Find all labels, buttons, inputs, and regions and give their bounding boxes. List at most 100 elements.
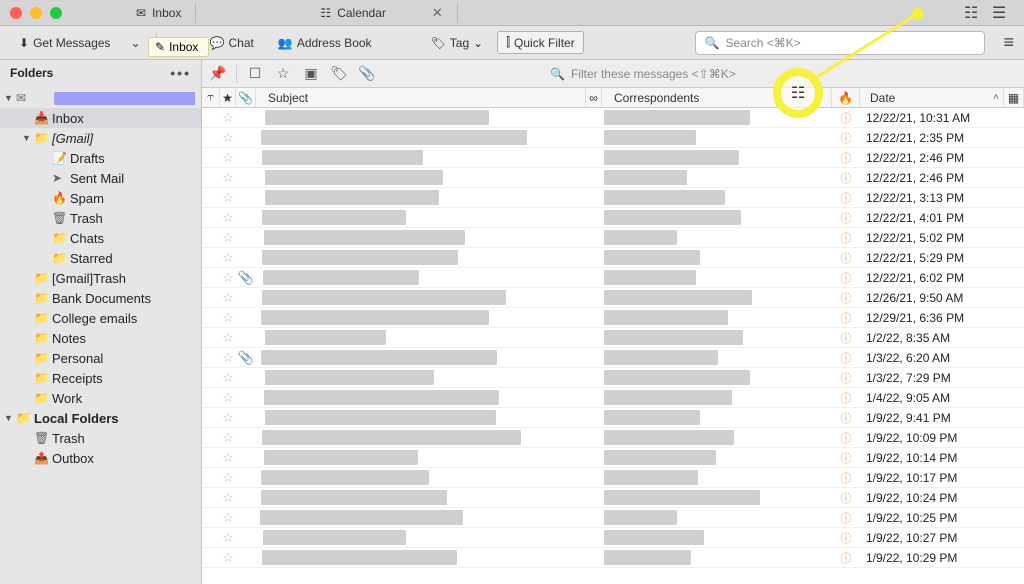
folder-bank-documents[interactable]: 📁Bank Documents [0,288,201,308]
message-row[interactable]: ☆ⓘ1/9/22, 10:27 PM [202,528,1024,548]
folder-outbox[interactable]: 📤Outbox [0,448,201,468]
spam-cell[interactable]: ⓘ [832,130,860,146]
spam-cell[interactable]: ⓘ [832,310,860,326]
message-row[interactable]: ☆ⓘ12/22/21, 3:13 PM [202,188,1024,208]
spam-cell[interactable]: ⓘ [832,250,860,266]
star-cell[interactable]: ☆ [220,350,236,366]
spam-cell[interactable]: ⓘ [832,270,860,286]
star-cell[interactable]: ☆ [220,110,236,126]
spam-cell[interactable]: ⓘ [832,290,860,306]
tasks-toolbar-icon[interactable]: ☰ [990,4,1008,22]
message-row[interactable]: ☆ⓘ12/26/21, 9:50 AM [202,288,1024,308]
column-picker-button[interactable]: ▦ [1004,88,1024,107]
star-cell[interactable]: ☆ [220,250,236,266]
folder--gmail-trash[interactable]: 📁[Gmail]Trash [0,268,201,288]
app-menu-button[interactable]: ≡ [1003,32,1014,53]
star-cell[interactable]: ☆ [220,470,236,486]
star-cell[interactable]: ☆ [220,190,236,206]
star-cell[interactable]: ☆ [220,270,236,286]
spam-cell[interactable]: ⓘ [832,410,860,426]
subject-column-header[interactable]: Subject [256,88,586,107]
star-cell[interactable]: ☆ [220,430,236,446]
spam-cell[interactable]: ⓘ [832,390,860,406]
star-cell[interactable]: ☆ [220,410,236,426]
message-row[interactable]: ☆ⓘ12/22/21, 2:46 PM [202,168,1024,188]
spam-cell[interactable]: ⓘ [832,230,860,246]
spam-cell[interactable]: ⓘ [832,210,860,226]
spam-cell[interactable]: ⓘ [832,490,860,506]
star-cell[interactable]: ☆ [220,550,236,566]
spam-cell[interactable]: ⓘ [832,330,860,346]
message-row[interactable]: ☆ⓘ1/9/22, 10:25 PM [202,508,1024,528]
quick-filter-button[interactable]: ⫿ Quick Filter [497,31,584,54]
folder-work[interactable]: 📁Work [0,388,201,408]
message-row[interactable]: ☆ⓘ12/22/21, 2:46 PM [202,148,1024,168]
tab-inbox[interactable]: ✉ Inbox [122,3,196,23]
message-row[interactable]: ☆ⓘ12/22/21, 2:35 PM [202,128,1024,148]
star-cell[interactable]: ☆ [220,450,236,466]
star-column-header[interactable]: ★ [220,88,236,107]
spam-cell[interactable]: ⓘ [832,170,860,186]
attachment-column-header[interactable]: 📎 [236,88,256,107]
address-book-button[interactable]: 👥 Address Book [269,32,381,54]
message-row[interactable]: ☆📎ⓘ1/3/22, 6:20 AM [202,348,1024,368]
sidebar-menu-button[interactable]: ••• [170,65,191,81]
correspondents-column-header[interactable]: Correspondents [602,88,832,107]
contact-toggle[interactable]: ▣ [301,64,321,84]
message-row[interactable]: ☆ⓘ1/3/22, 7:29 PM [202,368,1024,388]
star-cell[interactable]: ☆ [220,290,236,306]
minimize-window-button[interactable] [30,7,42,19]
star-cell[interactable]: ☆ [220,150,236,166]
folder--gmail-[interactable]: ▼📁[Gmail] [0,128,201,148]
folder-local-folders[interactable]: ▼📁Local Folders [0,408,201,428]
message-row[interactable]: ☆ⓘ1/9/22, 10:14 PM [202,448,1024,468]
filter-messages-input[interactable]: 🔍 Filter these messages <⇧⌘K> [550,64,830,84]
folder-receipts[interactable]: 📁Receipts [0,368,201,388]
star-cell[interactable]: ☆ [220,330,236,346]
folder-drafts[interactable]: 📝Drafts [0,148,201,168]
message-row[interactable]: ☆ⓘ12/22/21, 10:31 AM [202,108,1024,128]
star-cell[interactable]: ☆ [220,230,236,246]
chat-button[interactable]: 💬 Chat [201,32,263,54]
spam-cell[interactable]: ⓘ [832,430,860,446]
spam-cell[interactable]: ⓘ [832,350,860,366]
unread-toggle[interactable]: ☐ [245,64,265,84]
message-row[interactable]: ☆📎ⓘ12/22/21, 6:02 PM [202,268,1024,288]
star-cell[interactable]: ☆ [220,490,236,506]
message-row[interactable]: ☆ⓘ1/2/22, 8:35 AM [202,328,1024,348]
get-messages-button[interactable]: ⬇ Get Messages [10,32,119,54]
spam-cell[interactable]: ⓘ [832,510,860,526]
message-row[interactable]: ☆ⓘ12/22/21, 5:29 PM [202,248,1024,268]
star-cell[interactable]: ☆ [220,370,236,386]
tags-toggle[interactable]: 🏷 [329,64,349,84]
twisty-icon[interactable]: ▼ [4,413,16,423]
spam-cell[interactable]: ⓘ [832,470,860,486]
star-cell[interactable]: ☆ [220,170,236,186]
folder-spam[interactable]: 🔥Spam [0,188,201,208]
message-row[interactable]: ☆ⓘ1/9/22, 10:17 PM [202,468,1024,488]
star-cell[interactable]: ☆ [220,390,236,406]
folder-inbox[interactable]: 📥Inbox [0,108,201,128]
read-column-header[interactable]: ∞ [586,88,602,107]
folder-personal[interactable]: 📁Personal [0,348,201,368]
star-cell[interactable]: ☆ [220,210,236,226]
date-column-header[interactable]: Date ˄ [860,88,1004,107]
thread-column-header[interactable]: ⥾ [202,88,220,107]
twisty-icon[interactable]: ▼ [4,93,16,103]
star-cell[interactable]: ☆ [220,310,236,326]
get-messages-dropdown[interactable]: ⌄ [125,32,145,54]
spam-cell[interactable]: ⓘ [832,150,860,166]
message-row[interactable]: ☆ⓘ1/9/22, 10:24 PM [202,488,1024,508]
star-cell[interactable]: ☆ [220,510,236,526]
message-row[interactable]: ☆ⓘ12/29/21, 6:36 PM [202,308,1024,328]
maximize-window-button[interactable] [50,7,62,19]
folder-trash[interactable]: 🗑Trash [0,428,201,448]
folder-chats[interactable]: 📁Chats [0,228,201,248]
message-row[interactable]: ☆ⓘ12/22/21, 4:01 PM [202,208,1024,228]
message-row[interactable]: ☆ⓘ1/4/22, 9:05 AM [202,388,1024,408]
tag-dropdown[interactable]: 🏷 Tag ⌄ [423,33,492,53]
close-window-button[interactable] [10,7,22,19]
calendar-toolbar-icon[interactable]: ☷ [962,4,980,22]
folder-account[interactable]: ▼✉ [0,88,201,108]
star-cell[interactable]: ☆ [220,130,236,146]
